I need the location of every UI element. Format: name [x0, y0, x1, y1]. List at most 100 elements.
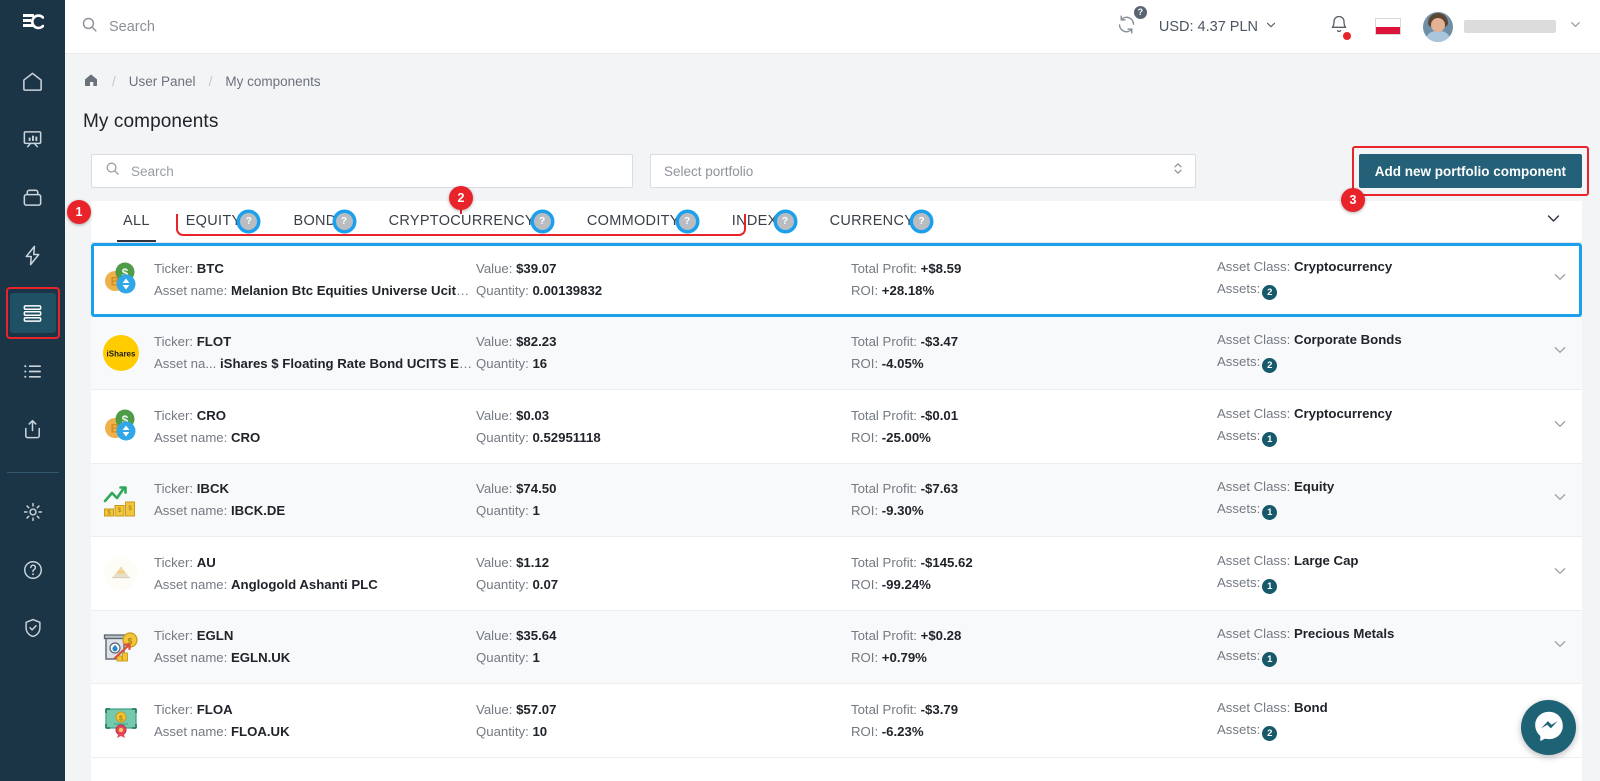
table-row[interactable]: $ $ $ Ticker: IBCK Asset name: IBCK.DE V… — [91, 464, 1582, 538]
row-expand-toggle[interactable] — [1542, 636, 1568, 657]
tab-currency[interactable]: CURRENCY ? — [812, 200, 949, 242]
row-asset-class: Asset Class: Bond — [1217, 700, 1542, 715]
global-search[interactable]: Search — [81, 16, 1116, 38]
row-total-profit: Total Profit: +$8.59 — [851, 261, 1217, 276]
row-expand-toggle[interactable] — [1542, 489, 1568, 510]
portfolio-select-placeholder: Select portfolio — [664, 164, 753, 179]
search-input[interactable]: Search — [91, 154, 633, 188]
row-roi-value: -4.05% — [882, 356, 924, 371]
row-quantity: Quantity: 0.52951118 — [476, 430, 851, 445]
sidebar-item-import[interactable] — [10, 409, 56, 449]
help-badge-icon[interactable]: ? — [913, 213, 930, 230]
row-quantity-amount: 16 — [532, 356, 547, 371]
lightning-bolt-icon — [21, 244, 44, 267]
breadcrumb-home-icon[interactable] — [83, 72, 99, 91]
help-badge-icon[interactable]: ? — [777, 213, 794, 230]
row-roi: ROI: +0.79% — [851, 650, 1217, 665]
refresh-icon — [1116, 14, 1137, 40]
row-asset-class: Asset Class: Large Cap — [1217, 553, 1542, 568]
sidebar-divider — [7, 472, 59, 473]
row-quantity-amount: 0.07 — [532, 577, 558, 592]
row-assets: Assets:2 — [1217, 281, 1542, 300]
tab-currency-label: CURRENCY — [830, 213, 915, 229]
row-ticker-value: EGLN — [197, 628, 234, 643]
sidebar-item-components[interactable] — [10, 293, 56, 333]
tab-all[interactable]: ALL — [105, 200, 168, 242]
chevron-down-icon — [1552, 342, 1568, 363]
row-total-profit-value: -$0.01 — [921, 408, 958, 423]
row-expand-toggle[interactable] — [1542, 342, 1568, 363]
row-roi: ROI: -9.30% — [851, 503, 1217, 518]
sidebar-item-home[interactable] — [10, 61, 56, 101]
row-total-profit: Total Profit: -$145.62 — [851, 555, 1217, 570]
ishares-logo-icon: iShares — [99, 333, 143, 373]
portfolio-select[interactable]: Select portfolio — [650, 154, 1196, 188]
layers-icon — [21, 302, 44, 325]
row-value: Value: $0.03 — [476, 408, 851, 423]
messenger-chat-button[interactable] — [1521, 700, 1576, 755]
refresh-rates-button[interactable]: ? — [1116, 14, 1137, 40]
table-row[interactable]: B $ Ticker: BTC Asset name: Melanion Btc… — [91, 243, 1582, 317]
app-logo[interactable] — [22, 12, 44, 32]
breadcrumb-item-my-components[interactable]: My components — [225, 74, 320, 89]
tab-index[interactable]: INDEX ? — [714, 200, 812, 242]
currency-selector[interactable]: USD: 4.37 PLN — [1159, 19, 1277, 35]
add-new-portfolio-component-button[interactable]: Add new portfolio component — [1359, 154, 1582, 188]
help-badge-icon[interactable]: ? — [679, 213, 696, 230]
row-asset-class-value: Bond — [1294, 700, 1328, 715]
row-roi-value: -99.24% — [882, 577, 931, 592]
row-holdings: Value: $39.07 Quantity: 0.00139832 — [476, 261, 851, 298]
sidebar-item-settings[interactable] — [10, 492, 56, 532]
sidebar-item-security[interactable] — [10, 608, 56, 648]
row-classification: Asset Class: Cryptocurrency Assets:1 — [1217, 406, 1542, 447]
table-row[interactable]: Ticker: AU Asset name: Anglogold Ashanti… — [91, 537, 1582, 611]
row-performance: Total Profit: -$3.79 ROI: -6.23% — [851, 702, 1217, 739]
poland-flag-icon[interactable] — [1375, 18, 1401, 35]
row-value: Value: $39.07 — [476, 261, 851, 276]
row-asset-class: Asset Class: Precious Metals — [1217, 626, 1542, 641]
assets-count-badge: 1 — [1262, 579, 1277, 594]
tabs-expand-toggle[interactable] — [1545, 200, 1568, 242]
table-row[interactable]: iShares Ticker: FLOT Asset na... iShares… — [91, 317, 1582, 391]
table-row[interactable]: B $ Ticker: CRO Asset name: CRO Value: $… — [91, 390, 1582, 464]
application-window: Search ? USD: 4.37 PLN — [0, 0, 1600, 781]
sidebar-item-transactions[interactable] — [10, 351, 56, 391]
row-expand-toggle[interactable] — [1542, 563, 1568, 584]
chevron-down-icon — [1545, 210, 1562, 232]
row-holdings: Value: $35.64 Quantity: 1 — [476, 628, 851, 665]
table-row[interactable]: $ Ticker: FLOA Asset name: FLOA.UK Value… — [91, 684, 1582, 758]
search-icon — [105, 161, 120, 181]
row-quantity: Quantity: 10 — [476, 724, 851, 739]
row-expand-toggle[interactable] — [1542, 269, 1568, 290]
avatar[interactable] — [1423, 12, 1453, 42]
add-button-wrapper: Add new portfolio component — [1359, 154, 1582, 188]
row-asset-name: Asset na... iShares $ Floating Rate Bond… — [154, 356, 476, 371]
help-badge-icon[interactable]: ? — [1134, 6, 1147, 19]
tab-commodity[interactable]: COMMODITY ? — [569, 200, 714, 242]
tab-cryptocurrency[interactable]: CRYPTOCURRENCY ? — [371, 200, 569, 242]
row-asset-class: Asset Class: Corporate Bonds — [1217, 332, 1542, 347]
tab-all-label: ALL — [123, 213, 150, 229]
user-menu-chevron-down-icon[interactable] — [1569, 18, 1582, 36]
row-assets: Assets:1 — [1217, 501, 1542, 520]
row-quantity: Quantity: 16 — [476, 356, 851, 371]
help-badge-icon[interactable]: ? — [240, 213, 257, 230]
oil-barrel-coins-icon: $ — [99, 627, 143, 667]
sidebar-item-help[interactable] — [10, 550, 56, 590]
row-performance: Total Profit: -$0.01 ROI: -25.00% — [851, 408, 1217, 445]
table-row[interactable]: $ Ticker: EGLN Asset name: EGLN.UK Value… — [91, 611, 1582, 685]
sidebar-item-activity[interactable] — [10, 235, 56, 275]
breadcrumb-item-user-panel[interactable]: User Panel — [129, 74, 196, 89]
row-identity: Ticker: EGLN Asset name: EGLN.UK — [154, 628, 476, 665]
sidebar-item-portfolios[interactable] — [10, 177, 56, 217]
home-icon — [21, 70, 44, 93]
help-badge-icon[interactable]: ? — [336, 213, 353, 230]
tab-bond[interactable]: BOND ? — [275, 200, 370, 242]
sidebar-item-analytics[interactable] — [10, 119, 56, 159]
row-asset-name: Asset name: EGLN.UK — [154, 650, 476, 665]
help-badge-icon[interactable]: ? — [534, 213, 551, 230]
tab-equity[interactable]: EQUITY ? — [168, 200, 276, 242]
notifications-button[interactable] — [1329, 14, 1349, 39]
row-expand-toggle[interactable] — [1542, 416, 1568, 437]
tab-cryptocurrency-label: CRYPTOCURRENCY — [389, 213, 535, 229]
